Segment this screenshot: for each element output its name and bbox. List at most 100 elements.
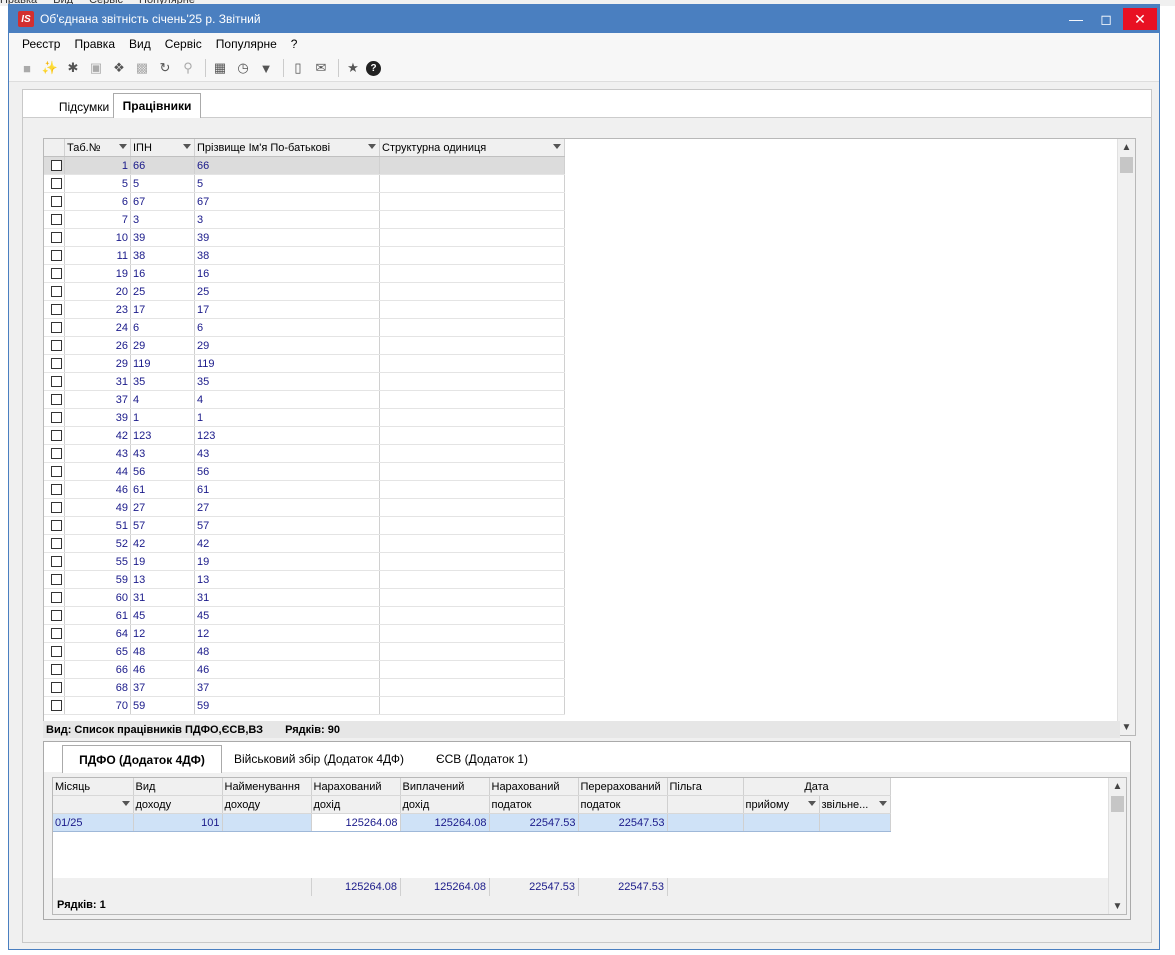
document-icon[interactable]: ▯	[288, 58, 308, 78]
cell-structural-unit[interactable]	[379, 282, 565, 301]
checkbox[interactable]	[51, 484, 62, 496]
cell-tab-number[interactable]: 23	[64, 300, 131, 319]
table-row[interactable]: 60 31 31	[44, 588, 565, 607]
cell-tab-number[interactable]: 44	[64, 462, 131, 481]
table-row[interactable]: 51 57 57	[44, 516, 565, 535]
checkbox[interactable]	[51, 160, 62, 172]
checkbox[interactable]	[51, 628, 62, 640]
select-column-header[interactable]	[44, 139, 65, 157]
cell-ipn[interactable]: 43	[130, 444, 195, 463]
title-bar[interactable]: IS Об'єднана звітність січень'25 р. Звіт…	[9, 5, 1159, 33]
cell-accrued-tax[interactable]: 22547.53	[489, 813, 579, 832]
row-checkbox[interactable]	[44, 516, 65, 535]
checkbox[interactable]	[51, 646, 62, 658]
checkbox[interactable]	[51, 304, 62, 316]
cell-tab-number[interactable]: 37	[64, 390, 131, 409]
cell-benefit[interactable]	[667, 813, 744, 832]
cell-ipn[interactable]: 29	[130, 336, 195, 355]
column-subheader-dismissal-date[interactable]: звільне...	[819, 795, 891, 814]
table-row[interactable]: 24 6 6	[44, 318, 565, 337]
row-checkbox[interactable]	[44, 282, 65, 301]
cell-structural-unit[interactable]	[379, 408, 565, 427]
row-checkbox[interactable]	[44, 354, 65, 373]
cell-ipn[interactable]: 1	[130, 408, 195, 427]
chevron-down-icon[interactable]	[121, 801, 130, 806]
row-checkbox[interactable]	[44, 642, 65, 661]
row-checkbox[interactable]	[44, 624, 65, 643]
column-subheader-month[interactable]	[53, 795, 134, 814]
employees-scrollbar[interactable]: ▲ ▼	[1117, 139, 1135, 735]
row-checkbox[interactable]	[44, 192, 65, 211]
cell-ipn[interactable]: 57	[130, 516, 195, 535]
row-checkbox[interactable]	[44, 570, 65, 589]
cell-full-name[interactable]: 37	[194, 678, 380, 697]
table-row[interactable]: 10 39 39	[44, 228, 565, 247]
cell-tab-number[interactable]: 61	[64, 606, 131, 625]
cell-ipn[interactable]: 59	[130, 696, 195, 715]
cell-tab-number[interactable]: 24	[64, 318, 131, 337]
cell-full-name[interactable]: 6	[194, 318, 380, 337]
column-subheader-benefit[interactable]	[667, 795, 744, 814]
cell-ipn[interactable]: 42	[130, 534, 195, 553]
cell-tab-number[interactable]: 20	[64, 282, 131, 301]
cell-structural-unit[interactable]	[379, 660, 565, 679]
checkbox[interactable]	[51, 214, 62, 226]
column-subheader-income-type[interactable]: доходу	[133, 795, 223, 814]
chevron-down-icon[interactable]	[878, 801, 887, 806]
row-checkbox[interactable]	[44, 336, 65, 355]
cell-structural-unit[interactable]	[379, 552, 565, 571]
cell-income-name[interactable]	[222, 813, 312, 832]
row-checkbox[interactable]	[44, 444, 65, 463]
search-icon[interactable]: ⚲	[178, 58, 198, 78]
close-button[interactable]: ✕	[1123, 8, 1157, 30]
cell-tab-number[interactable]: 51	[64, 516, 131, 535]
cell-full-name[interactable]: 61	[194, 480, 380, 499]
cell-structural-unit[interactable]	[379, 210, 565, 229]
cell-structural-unit[interactable]	[379, 624, 565, 643]
cell-ipn[interactable]: 17	[130, 300, 195, 319]
checkbox[interactable]	[51, 448, 62, 460]
cell-structural-unit[interactable]	[379, 462, 565, 481]
table-row[interactable]: 26 29 29	[44, 336, 565, 355]
checkbox[interactable]	[51, 700, 62, 712]
cell-structural-unit[interactable]	[379, 642, 565, 661]
cell-tab-number[interactable]: 43	[64, 444, 131, 463]
checkbox[interactable]	[51, 664, 62, 676]
row-checkbox[interactable]	[44, 318, 65, 337]
row-checkbox[interactable]	[44, 480, 65, 499]
table-row[interactable]: 43 43 43	[44, 444, 565, 463]
table-row[interactable]: 39 1 1	[44, 408, 565, 427]
column-header-income-name[interactable]: Найменування	[222, 778, 312, 796]
cell-full-name[interactable]: 17	[194, 300, 380, 319]
cell-structural-unit[interactable]	[379, 300, 565, 319]
cell-full-name[interactable]: 57	[194, 516, 380, 535]
cell-tab-number[interactable]: 1	[64, 156, 131, 175]
cell-structural-unit[interactable]	[379, 570, 565, 589]
table-row[interactable]: 1 66 66	[44, 156, 565, 175]
checkbox[interactable]	[51, 358, 62, 370]
column-header-tab-number[interactable]: Таб.№	[64, 139, 131, 157]
cell-structural-unit[interactable]	[379, 372, 565, 391]
new-copy-icon[interactable]: ✱	[63, 58, 83, 78]
column-header-benefit[interactable]: Пільга	[667, 778, 744, 796]
table-row[interactable]: 44 56 56	[44, 462, 565, 481]
maximize-button[interactable]: ◻	[1091, 5, 1121, 33]
mail-icon[interactable]: ✉	[311, 58, 331, 78]
cell-structural-unit[interactable]	[379, 516, 565, 535]
cell-structural-unit[interactable]	[379, 354, 565, 373]
cell-full-name[interactable]: 67	[194, 192, 380, 211]
cell-full-name[interactable]: 59	[194, 696, 380, 715]
cell-full-name[interactable]: 25	[194, 282, 380, 301]
cell-ipn[interactable]: 119	[130, 354, 195, 373]
cell-structural-unit[interactable]	[379, 480, 565, 499]
pdfo-data-row[interactable]: 01/25 101 125264.08 125264.08 22547.53 2…	[53, 813, 891, 832]
cell-tab-number[interactable]: 46	[64, 480, 131, 499]
chevron-down-icon[interactable]	[119, 144, 127, 149]
row-checkbox[interactable]	[44, 606, 65, 625]
row-checkbox[interactable]	[44, 660, 65, 679]
cell-tab-number[interactable]: 66	[64, 660, 131, 679]
cell-ipn[interactable]: 19	[130, 552, 195, 571]
help-icon[interactable]: ?	[366, 60, 381, 76]
row-checkbox[interactable]	[44, 228, 65, 247]
tab-esv[interactable]: ЄСВ (Додаток 1)	[426, 748, 538, 770]
